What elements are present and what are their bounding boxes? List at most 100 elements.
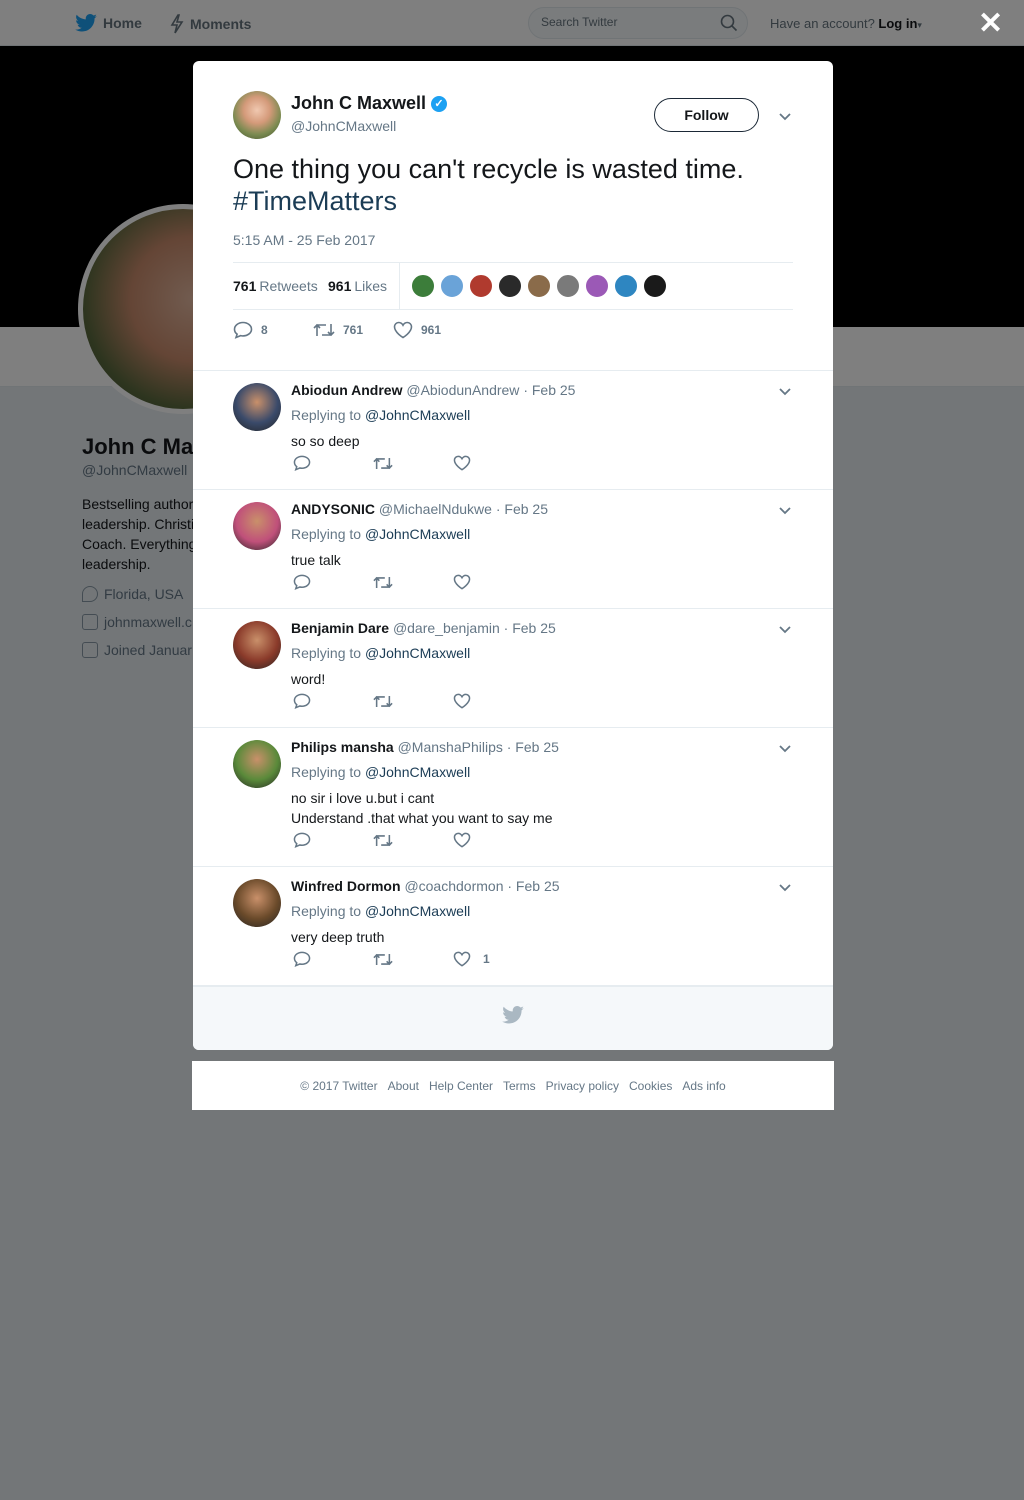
liker-avatar[interactable] <box>614 274 638 298</box>
author-avatar[interactable] <box>233 91 281 139</box>
chevron-down-icon[interactable] <box>777 621 793 637</box>
reply-author-name[interactable]: ANDYSONIC <box>291 501 375 517</box>
reply-author-name[interactable]: Philips mansha <box>291 739 394 755</box>
heart-icon <box>453 574 471 590</box>
reply-avatar[interactable] <box>233 740 281 788</box>
reply-actions: 1 <box>293 951 533 967</box>
mention-link[interactable]: @JohnCMaxwell <box>365 764 470 780</box>
chevron-down-icon[interactable] <box>777 740 793 756</box>
like-action[interactable]: 1 <box>453 951 533 967</box>
retweet-action[interactable]: 761 <box>313 322 393 338</box>
retweet-action[interactable] <box>373 456 453 471</box>
reply-action[interactable] <box>293 832 373 848</box>
chevron-down-icon[interactable] <box>777 502 793 518</box>
mention-link[interactable]: @JohnCMaxwell <box>365 903 470 919</box>
liker-avatar[interactable] <box>556 274 580 298</box>
reply-avatar[interactable] <box>233 621 281 669</box>
retweet-action[interactable] <box>373 694 453 709</box>
liker-avatar[interactable] <box>469 274 493 298</box>
tweet-timestamp[interactable]: 5:15 AM - 25 Feb 2017 <box>233 232 375 248</box>
follow-button[interactable]: Follow <box>654 98 759 132</box>
footer-privacy-link[interactable]: Privacy policy <box>546 1079 619 1093</box>
liker-avatar[interactable] <box>527 274 551 298</box>
heart-icon <box>453 455 471 471</box>
reply-icon <box>293 455 311 471</box>
likes-count: 961 <box>328 278 352 294</box>
reply-tweet[interactable]: Benjamin Dare @dare_benjamin · Feb 25 Rep… <box>193 609 833 728</box>
reply-action[interactable]: 8 <box>233 321 313 339</box>
reply-tweet[interactable]: ANDYSONIC @MichaelNdukwe · Feb 25 Replyin… <box>193 490 833 609</box>
heart-icon <box>453 693 471 709</box>
retweet-icon <box>373 576 393 588</box>
hashtag-link[interactable]: #TimeMatters <box>233 186 397 216</box>
reply-tweet[interactable]: Philips mansha @ManshaPhilips · Feb 25 Re… <box>193 728 833 867</box>
like-action[interactable]: 961 <box>393 321 441 339</box>
close-icon[interactable]: ✕ <box>978 9 1003 39</box>
reply-avatar[interactable] <box>233 383 281 431</box>
reply-avatar[interactable] <box>233 879 281 927</box>
reply-actions <box>293 693 533 709</box>
like-count: 1 <box>483 952 490 966</box>
liker-avatar[interactable] <box>643 274 667 298</box>
replying-to-label: Replying to <box>291 407 362 423</box>
liker-avatar[interactable] <box>498 274 522 298</box>
liker-avatar[interactable] <box>411 274 435 298</box>
reply-action[interactable] <box>293 951 373 967</box>
reply-author-name[interactable]: Abiodun Andrew <box>291 382 402 398</box>
retweet-action[interactable] <box>373 833 453 848</box>
reply-date[interactable]: · Feb 25 <box>507 878 559 894</box>
like-action[interactable] <box>453 455 533 471</box>
like-action[interactable] <box>453 574 533 590</box>
mention-link[interactable]: @JohnCMaxwell <box>365 526 470 542</box>
author-handle[interactable]: @JohnCMaxwell <box>291 118 396 134</box>
reply-action[interactable] <box>293 455 373 471</box>
replying-to: Replying to @JohnCMaxwell <box>291 645 470 661</box>
footer-cookies-link[interactable]: Cookies <box>629 1079 672 1093</box>
heart-icon <box>453 951 471 967</box>
retweets-stat[interactable]: 761 Retweets <box>233 278 318 294</box>
tweet-text-body: One thing you can't recycle is wasted ti… <box>233 154 744 184</box>
retweet-action[interactable] <box>373 575 453 590</box>
reply-action[interactable] <box>293 693 373 709</box>
footer-terms-link[interactable]: Terms <box>503 1079 536 1093</box>
replying-to: Replying to @JohnCMaxwell <box>291 526 470 542</box>
like-action[interactable] <box>453 693 533 709</box>
reply-action[interactable] <box>293 574 373 590</box>
heart-icon <box>393 321 413 339</box>
retweet-icon <box>373 834 393 846</box>
footer-about-link[interactable]: About <box>388 1079 419 1093</box>
tweet-text: One thing you can't recycle is wasted ti… <box>233 153 793 217</box>
mention-link[interactable]: @JohnCMaxwell <box>365 645 470 661</box>
reply-author-handle[interactable]: @MichaelNdukwe <box>379 501 492 517</box>
reply-date[interactable]: · Feb 25 <box>496 501 548 517</box>
author-name[interactable]: John C Maxwell ✓ <box>291 93 448 114</box>
liker-avatar[interactable] <box>585 274 609 298</box>
like-action[interactable] <box>453 832 533 848</box>
reply-author-handle[interactable]: @coachdormon <box>404 878 503 894</box>
reply-date[interactable]: · Feb 25 <box>507 739 559 755</box>
reply-icon <box>293 951 311 967</box>
footer-ads-link[interactable]: Ads info <box>682 1079 725 1093</box>
reply-avatar[interactable] <box>233 502 281 550</box>
retweet-action[interactable] <box>373 952 453 967</box>
twitter-bird-icon <box>502 1006 524 1024</box>
reply-author-name[interactable]: Benjamin Dare <box>291 620 389 636</box>
reply-tweet[interactable]: Abiodun Andrew @AbiodunAndrew · Feb 25 Re… <box>193 371 833 490</box>
footer-help-link[interactable]: Help Center <box>429 1079 493 1093</box>
reply-author-handle[interactable]: @dare_benjamin <box>393 620 500 636</box>
reply-author-handle[interactable]: @ManshaPhilips <box>398 739 503 755</box>
site-footer: © 2017 Twitter About Help Center Terms P… <box>192 1061 834 1110</box>
reply-date[interactable]: · Feb 25 <box>523 382 575 398</box>
chevron-down-icon[interactable] <box>777 108 793 124</box>
chevron-down-icon[interactable] <box>777 879 793 895</box>
reply-date[interactable]: · Feb 25 <box>504 620 556 636</box>
reply-header: Winfred Dormon @coachdormon · Feb 25 <box>291 878 560 894</box>
author-name-text[interactable]: John C Maxwell <box>291 93 426 114</box>
reply-author-name[interactable]: Winfred Dormon <box>291 878 401 894</box>
reply-tweet[interactable]: Winfred Dormon @coachdormon · Feb 25 Repl… <box>193 867 833 986</box>
chevron-down-icon[interactable] <box>777 383 793 399</box>
reply-author-handle[interactable]: @AbiodunAndrew <box>406 382 519 398</box>
likes-stat[interactable]: 961 Likes <box>328 278 387 294</box>
mention-link[interactable]: @JohnCMaxwell <box>365 407 470 423</box>
liker-avatar[interactable] <box>440 274 464 298</box>
